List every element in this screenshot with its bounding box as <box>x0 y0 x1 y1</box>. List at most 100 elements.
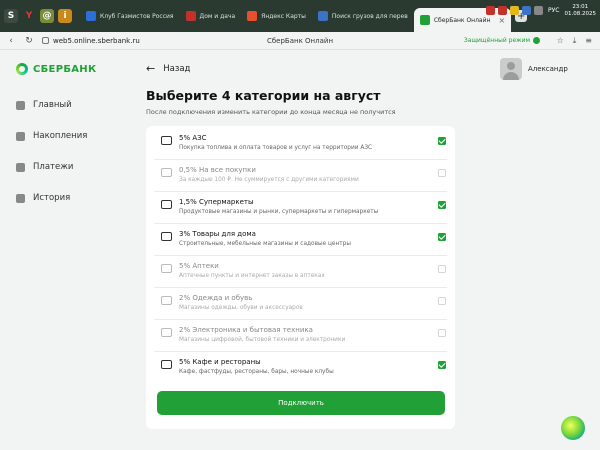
monitor-icon <box>154 320 179 351</box>
category-row[interactable]: 5% АЗС Покупка топлива и оплата товаров и… <box>154 128 447 160</box>
favicon-icon <box>185 11 196 21</box>
category-title: 3% Товары для дома <box>179 230 256 238</box>
category-row[interactable]: 2% Электроника и бытовая техника Магазины… <box>154 320 447 352</box>
category-row[interactable]: 5% Аптеки Аптечные пункты и интернет зака… <box>154 256 447 288</box>
tab-2[interactable]: Яндекс Карты <box>241 5 312 27</box>
tab-label: Дом и дача <box>199 12 236 20</box>
avatar <box>500 58 522 80</box>
basket-icon <box>154 192 179 223</box>
page-subtitle: После подключения изменить категории до … <box>146 108 396 116</box>
sidebar-item-label: Главный <box>33 100 72 110</box>
category-checkbox[interactable] <box>438 233 446 241</box>
back-label: Назад <box>163 63 191 74</box>
secure-mode-badge[interactable]: Защищённый режим <box>464 37 540 44</box>
category-checkbox[interactable] <box>438 137 446 145</box>
lock-icon <box>42 37 49 44</box>
category-checkbox[interactable] <box>438 297 446 305</box>
arrow-left-icon: ← <box>146 62 156 75</box>
back-nav-icon[interactable]: ‹ <box>6 36 16 46</box>
bookmark-icon[interactable]: ☆ <box>557 36 564 46</box>
category-text: 1,5% Супермаркеты Продуктовые магазины и … <box>179 192 438 223</box>
sidebar-item-0[interactable]: Главный <box>16 98 87 112</box>
category-desc: Продуктовые магазины и рынки, супермарке… <box>179 209 379 215</box>
category-title: 1,5% Супермаркеты <box>179 198 254 206</box>
user-profile[interactable]: Александр <box>500 58 568 80</box>
browser-menu-icon[interactable]: S <box>4 9 18 23</box>
tab-3[interactable]: Поиск грузов для перев <box>312 5 414 27</box>
user-name: Александр <box>528 65 568 73</box>
category-desc: Покупка топлива и оплата товаров и услуг… <box>179 145 373 151</box>
category-text: 5% АЗС Покупка топлива и оплата товаров и… <box>179 128 438 159</box>
percent-icon <box>154 160 179 191</box>
sber-logo-icon <box>16 63 28 75</box>
category-text: 2% Одежда и обувь Магазины одежды, обуви … <box>179 288 438 319</box>
shield-icon <box>533 37 540 44</box>
category-checkbox[interactable] <box>438 169 446 177</box>
page: СБЕРБАНК Главный Накопления Платежи История… <box>0 50 600 450</box>
category-title: 2% Электроника и бытовая техника <box>179 326 313 334</box>
address-bar: ‹ ↻ web5.online.sberbank.ru СберБанк Онл… <box>0 32 600 50</box>
menu-icon[interactable]: ≡ <box>585 36 592 46</box>
sidebar-item-3[interactable]: История <box>16 191 87 205</box>
category-desc: Магазины цифровой, бытовой техники и эле… <box>179 337 346 343</box>
category-title: 5% АЗС <box>179 134 207 142</box>
pharmacy-icon <box>154 256 179 287</box>
category-desc: Строительные, мебельные магазины и садов… <box>179 241 351 247</box>
reload-icon[interactable]: ↻ <box>24 36 34 46</box>
app-icon-2[interactable]: i <box>58 9 72 23</box>
cutlery-icon <box>154 352 179 384</box>
category-title: 2% Одежда и обувь <box>179 294 253 302</box>
category-card: 5% АЗС Покупка топлива и оплата товаров и… <box>146 126 455 429</box>
category-desc: Аптечные пункты и интернет заказы в апте… <box>179 273 325 279</box>
keyboard-language[interactable]: РУС <box>548 7 559 14</box>
category-title: 5% Аптеки <box>179 262 219 270</box>
favicon-icon <box>317 11 328 21</box>
history-icon <box>16 193 25 203</box>
category-checkbox[interactable] <box>438 201 446 209</box>
category-row[interactable]: 2% Одежда и обувь Магазины одежды, обуви … <box>154 288 447 320</box>
sber-logo[interactable]: СБЕРБАНК <box>16 63 96 75</box>
app-icon[interactable]: @ <box>40 9 54 23</box>
download-icon[interactable]: ⤓ <box>573 36 577 46</box>
lamp-icon <box>154 224 179 255</box>
category-row[interactable]: 3% Товары для дома Строительные, мебельны… <box>154 224 447 256</box>
tab-label: Яндекс Карты <box>261 12 306 20</box>
category-checkbox[interactable] <box>438 361 446 369</box>
sidebar-item-2[interactable]: Платежи <box>16 160 87 174</box>
category-title: 5% Кафе и рестораны <box>179 358 261 366</box>
sidebar-item-label: Платежи <box>33 162 74 172</box>
payments-icon <box>16 162 25 172</box>
category-text: 3% Товары для дома Строительные, мебельны… <box>179 224 438 255</box>
tab-1[interactable]: Дом и дача <box>180 5 242 27</box>
category-row[interactable]: 1,5% Супермаркеты Продуктовые магазины и … <box>154 192 447 224</box>
category-desc: За каждые 100 ₽. Не суммируется с другим… <box>179 177 359 183</box>
tab-active-label: СберБанк Онлайн <box>433 16 491 24</box>
page-title: Выберите 4 категории на август <box>146 88 381 103</box>
category-checkbox[interactable] <box>438 265 446 273</box>
category-row[interactable]: 0,5% На все покупки За каждые 100 ₽. Не с… <box>154 160 447 192</box>
category-text: 5% Аптеки Аптечные пункты и интернет зака… <box>179 256 438 287</box>
sidebar: Главный Накопления Платежи История <box>16 98 87 222</box>
tab-list: Клуб Газмистов Россия Дом и дача Яндекс Ка… <box>80 0 414 32</box>
category-checkbox[interactable] <box>438 329 446 337</box>
secure-mode-label: Защищённый режим <box>463 37 530 44</box>
category-title: 0,5% На все покупки <box>179 166 256 174</box>
assistant-icon[interactable] <box>561 416 585 440</box>
clock-time: 23:01 <box>572 4 589 10</box>
sber-logo-text: СБЕРБАНК <box>33 63 97 75</box>
category-text: 2% Электроника и бытовая техника Магазины… <box>179 320 438 351</box>
yandex-icon[interactable]: Y <box>22 9 36 23</box>
tab-label: Клуб Газмистов Россия <box>100 12 174 20</box>
category-row[interactable]: 5% Кафе и рестораны Кафе, фастфуды, ресто… <box>154 352 447 384</box>
savings-icon <box>16 131 25 141</box>
clock: 23:01 01.08.2025 <box>565 4 597 17</box>
clock-date: 01.08.2025 <box>564 10 597 17</box>
browser-actions: ☆ ⤓ ≡ <box>557 36 592 46</box>
category-desc: Кафе, фастфуды, рестораны, бары, ночные … <box>179 369 334 375</box>
url-field[interactable]: web5.online.sberbank.ru <box>42 37 140 45</box>
sidebar-item-1[interactable]: Накопления <box>16 129 87 143</box>
tab-0[interactable]: Клуб Газмистов Россия <box>80 5 180 27</box>
favicon-icon <box>86 11 96 21</box>
back-button[interactable]: ← Назад <box>146 62 190 75</box>
connect-button[interactable]: Подключить <box>157 391 445 415</box>
